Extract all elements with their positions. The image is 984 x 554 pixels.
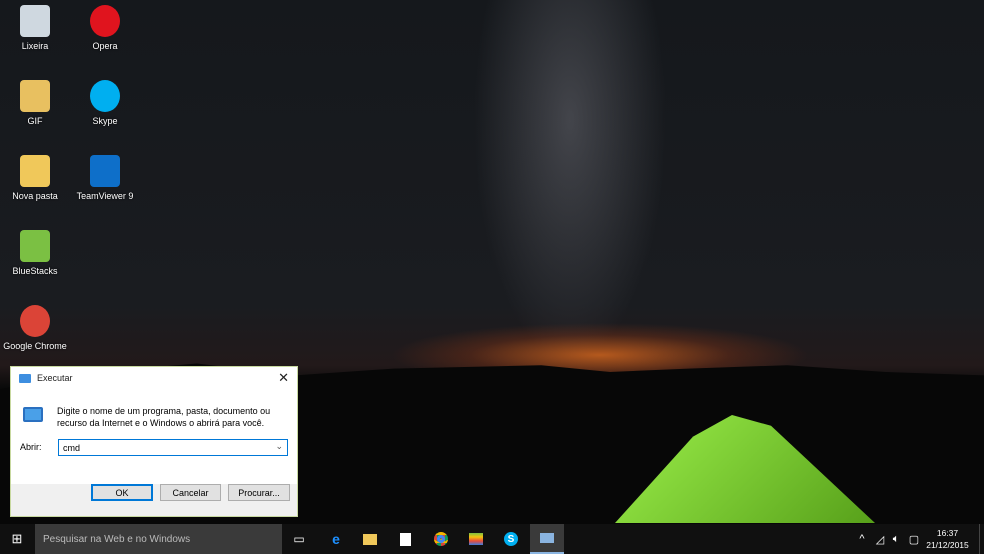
run-description: Digite o nome de um programa, pasta, doc… bbox=[57, 406, 271, 428]
skype-icon[interactable]: S bbox=[494, 524, 528, 554]
taskbar: ⊞ Pesquisar na Web e no Windows ▭ e S ^ … bbox=[0, 524, 984, 554]
volume-icon[interactable]: 🔈︎ bbox=[886, 524, 906, 554]
desktop-icon-bluestacks[interactable]: BlueStacks bbox=[0, 230, 70, 276]
desktop-icon-label: Lixeira bbox=[21, 41, 49, 51]
time: 16:37 bbox=[936, 528, 959, 538]
desktop-icon-nova-pasta[interactable]: Nova pasta bbox=[0, 155, 70, 201]
desktop-icon-label: Skype bbox=[92, 116, 118, 126]
browse-button[interactable]: Procurar... bbox=[228, 484, 290, 501]
show-desktop-button[interactable] bbox=[979, 524, 984, 554]
folder-icon bbox=[20, 155, 50, 187]
opera-icon bbox=[90, 5, 120, 37]
folder-icon bbox=[20, 80, 50, 112]
desktop-icon-teamviewer-9[interactable]: TeamViewer 9 bbox=[70, 155, 140, 201]
open-input[interactable]: cmd ⌄ bbox=[58, 439, 288, 456]
desktop-icon-label: Google Chrome bbox=[3, 341, 67, 351]
ok-button[interactable]: OK bbox=[91, 484, 153, 501]
chevron-down-icon[interactable]: ⌄ bbox=[275, 441, 283, 452]
task-view-icon[interactable]: ▭ bbox=[282, 524, 316, 554]
desktop-icon-label: BlueStacks bbox=[12, 266, 58, 276]
close-icon[interactable]: ✕ bbox=[278, 370, 289, 386]
run-app-icon bbox=[19, 373, 31, 383]
desktop-icon-opera[interactable]: Opera bbox=[70, 5, 140, 51]
desktop-icon-label: GIF bbox=[27, 116, 43, 126]
run-icon bbox=[23, 407, 43, 422]
bluestacks-icon[interactable] bbox=[459, 524, 493, 554]
date: 21/12/2015 bbox=[926, 540, 969, 550]
start-button[interactable]: ⊞ bbox=[0, 524, 34, 554]
skype-icon bbox=[90, 80, 120, 112]
action-center-icon[interactable]: ▢ bbox=[904, 524, 924, 554]
desktop-icon-google-chrome[interactable]: Google Chrome bbox=[0, 305, 70, 351]
teamviewer-icon bbox=[90, 155, 120, 187]
bluestacks-icon bbox=[20, 230, 50, 262]
clock[interactable]: 16:37 21/12/2015 bbox=[925, 527, 970, 551]
search-box[interactable]: Pesquisar na Web e no Windows bbox=[35, 524, 282, 554]
windows-icon: ⊞ bbox=[11, 531, 23, 546]
open-input-value: cmd bbox=[63, 443, 81, 453]
desktop-icon-label: TeamViewer 9 bbox=[76, 191, 134, 201]
cancel-button[interactable]: Cancelar bbox=[160, 484, 221, 501]
store-icon[interactable] bbox=[388, 524, 422, 554]
chrome-icon[interactable] bbox=[424, 524, 458, 554]
file-explorer-icon[interactable] bbox=[353, 524, 387, 554]
chrome-icon bbox=[20, 305, 50, 337]
open-label: Abrir: bbox=[20, 442, 42, 452]
edge-icon[interactable]: e bbox=[319, 524, 353, 554]
desktop-icon-lixeira[interactable]: Lixeira bbox=[0, 5, 70, 51]
desktop-icon-label: Opera bbox=[92, 41, 118, 51]
run-taskbar-icon[interactable] bbox=[530, 524, 564, 554]
run-title-bar[interactable]: Executar ✕ bbox=[11, 367, 297, 389]
desktop-icon-skype[interactable]: Skype bbox=[70, 80, 140, 126]
desktop-icon-gif[interactable]: GIF bbox=[0, 80, 70, 126]
run-title: Executar bbox=[37, 373, 73, 383]
desktop-icon-label: Nova pasta bbox=[12, 191, 58, 201]
recycle-bin-icon bbox=[20, 5, 50, 37]
run-dialog: Executar ✕ Digite o nome de um programa,… bbox=[10, 366, 298, 517]
